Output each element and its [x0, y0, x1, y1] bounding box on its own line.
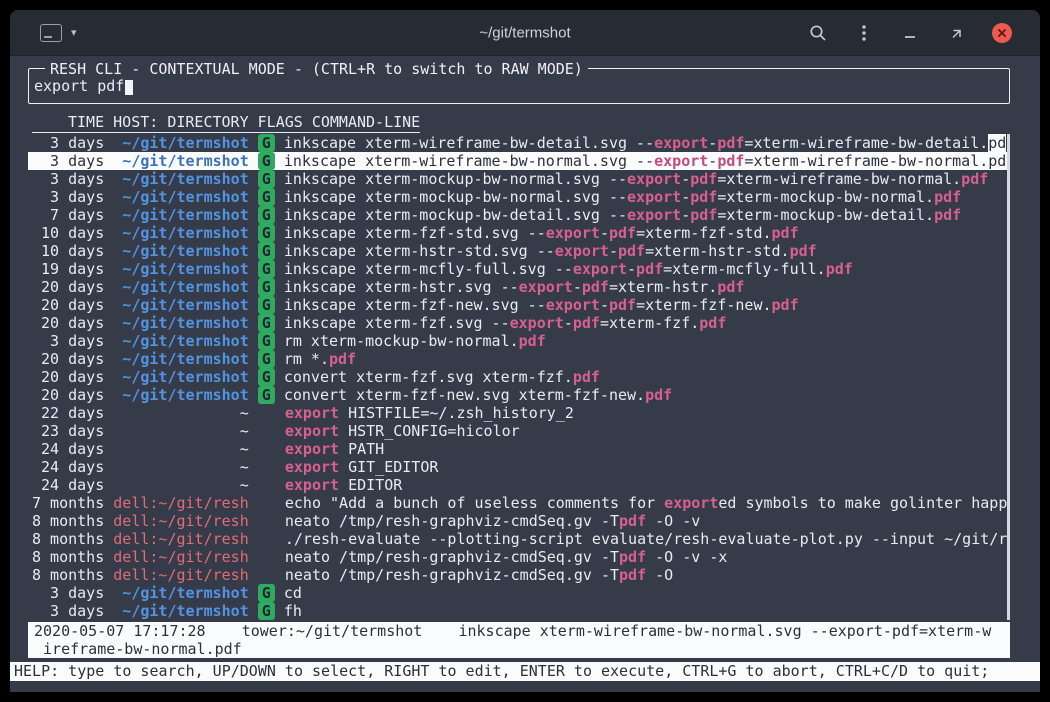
history-row[interactable]: 19 days ~/git/termshot G inkscape xterm-…: [28, 260, 1010, 278]
tab-switcher-button[interactable]: ▾: [10, 24, 77, 42]
git-flag-badge: G: [258, 584, 275, 602]
history-row[interactable]: 20 days ~/git/termshot G inkscape xterm-…: [28, 296, 1010, 314]
git-flag-badge: G: [258, 152, 275, 170]
restore-button[interactable]: [944, 21, 968, 45]
terminal-window: ▾ ~/git/termshot RESH CLI - CONTEXTUAL M…: [10, 10, 1040, 692]
help-bar: HELP: type to search, UP/DOWN to select,…: [10, 662, 1040, 681]
history-row[interactable]: 10 days ~/git/termshot G inkscape xterm-…: [28, 224, 1010, 242]
history-row[interactable]: 3 days ~/git/termshot G inkscape xterm-m…: [28, 188, 1010, 206]
history-row[interactable]: 20 days ~/git/termshot G convert xterm-f…: [28, 368, 1010, 386]
detail-line-2: ireframe-bw-normal.pdf: [34, 640, 1010, 658]
restore-icon: [949, 26, 963, 40]
terminal-screen: RESH CLI - CONTEXTUAL MODE - (CTRL+R to …: [10, 56, 1040, 692]
menu-button[interactable]: [852, 21, 876, 45]
scrollbar[interactable]: [1007, 134, 1010, 620]
git-flag-badge: G: [258, 314, 275, 332]
git-flag-badge: G: [258, 296, 275, 314]
history-row[interactable]: 22 days ~ export HISTFILE=~/.zsh_history…: [28, 404, 1010, 422]
git-flag-badge: G: [258, 386, 275, 404]
history-row[interactable]: 3 days ~/git/termshot G fh: [28, 602, 1010, 620]
history-row[interactable]: 8 months dell:~/git/resh neato /tmp/resh…: [28, 512, 1010, 530]
list-header-text: TIME HOST: DIRECTORY FLAGS COMMAND-LINE: [32, 113, 420, 133]
terminal-tab-icon: [40, 24, 62, 42]
history-row[interactable]: 24 days ~ export PATH: [28, 440, 1010, 458]
chevron-down-icon[interactable]: ▾: [71, 26, 77, 39]
search-input[interactable]: export pdf: [34, 77, 1009, 95]
history-row[interactable]: 8 months dell:~/git/resh ./resh-evaluate…: [28, 530, 1010, 548]
window-controls: [806, 21, 1040, 45]
search-query-text: export pdf: [34, 77, 124, 95]
close-button[interactable]: [990, 21, 1014, 45]
git-flag-badge: G: [258, 350, 275, 368]
history-row[interactable]: 24 days ~ export GIT_EDITOR: [28, 458, 1010, 476]
git-flag-badge: G: [258, 134, 275, 152]
history-row[interactable]: 3 days ~/git/termshot G inkscape xterm-w…: [28, 134, 1010, 152]
minimize-button[interactable]: [898, 21, 922, 45]
history-row[interactable]: 20 days ~/git/termshot G convert xterm-f…: [28, 386, 1010, 404]
titlebar: ▾ ~/git/termshot: [10, 10, 1040, 56]
history-row[interactable]: 3 days ~/git/termshot G rm xterm-mockup-…: [28, 332, 1010, 350]
git-flag-badge: G: [258, 242, 275, 260]
git-flag-badge: G: [258, 602, 275, 620]
git-flag-badge: G: [258, 368, 275, 386]
resh-mode-label: RESH CLI - CONTEXTUAL MODE - (CTRL+R to …: [45, 60, 588, 78]
text-cursor: [125, 80, 133, 95]
close-icon: [991, 22, 1013, 44]
git-flag-badge: G: [258, 170, 275, 188]
history-row[interactable]: 23 days ~ export HSTR_CONFIG=hicolor: [28, 422, 1010, 440]
history-row[interactable]: 8 months dell:~/git/resh neato /tmp/resh…: [28, 548, 1010, 566]
history-row[interactable]: 7 months dell:~/git/resh echo "Add a bun…: [28, 494, 1010, 512]
git-flag-badge: G: [258, 188, 275, 206]
detail-panel: 2020-05-07 17:17:28 tower:~/git/termshot…: [28, 622, 1010, 658]
history-row[interactable]: 10 days ~/git/termshot G inkscape xterm-…: [28, 242, 1010, 260]
minimize-icon: [903, 26, 917, 40]
history-row[interactable]: 7 days ~/git/termshot G inkscape xterm-m…: [28, 206, 1010, 224]
search-icon: [809, 24, 827, 42]
history-row[interactable]: 24 days ~ export EDITOR: [28, 476, 1010, 494]
history-row[interactable]: 20 days ~/git/termshot G rm *.pdf: [28, 350, 1010, 368]
history-row[interactable]: 20 days ~/git/termshot G inkscape xterm-…: [28, 278, 1010, 296]
git-flag-badge: G: [258, 260, 275, 278]
search-button[interactable]: [806, 21, 830, 45]
resh-search-box[interactable]: RESH CLI - CONTEXTUAL MODE - (CTRL+R to …: [28, 68, 1010, 104]
detail-line-1: 2020-05-07 17:17:28 tower:~/git/termshot…: [34, 622, 1010, 640]
git-flag-badge: G: [258, 278, 275, 296]
git-flag-badge: G: [258, 332, 275, 350]
history-row[interactable]: 20 days ~/git/termshot G inkscape xterm-…: [28, 314, 1010, 332]
history-list: 3 days ~/git/termshot G inkscape xterm-w…: [28, 134, 1010, 620]
history-row[interactable]: 3 days ~/git/termshot G inkscape xterm-m…: [28, 170, 1010, 188]
list-header: TIME HOST: DIRECTORY FLAGS COMMAND-LINE: [28, 113, 1010, 131]
history-row[interactable]: 3 days ~/git/termshot G cd: [28, 584, 1010, 602]
history-row[interactable]: 8 months dell:~/git/resh neato /tmp/resh…: [28, 566, 1010, 584]
history-row-selected[interactable]: 3 days ~/git/termshot G inkscape xterm-w…: [28, 152, 1010, 170]
window-title: ~/git/termshot: [479, 24, 570, 41]
git-flag-badge: G: [258, 206, 275, 224]
git-flag-badge: G: [258, 224, 275, 242]
kebab-menu-icon: [861, 24, 867, 42]
